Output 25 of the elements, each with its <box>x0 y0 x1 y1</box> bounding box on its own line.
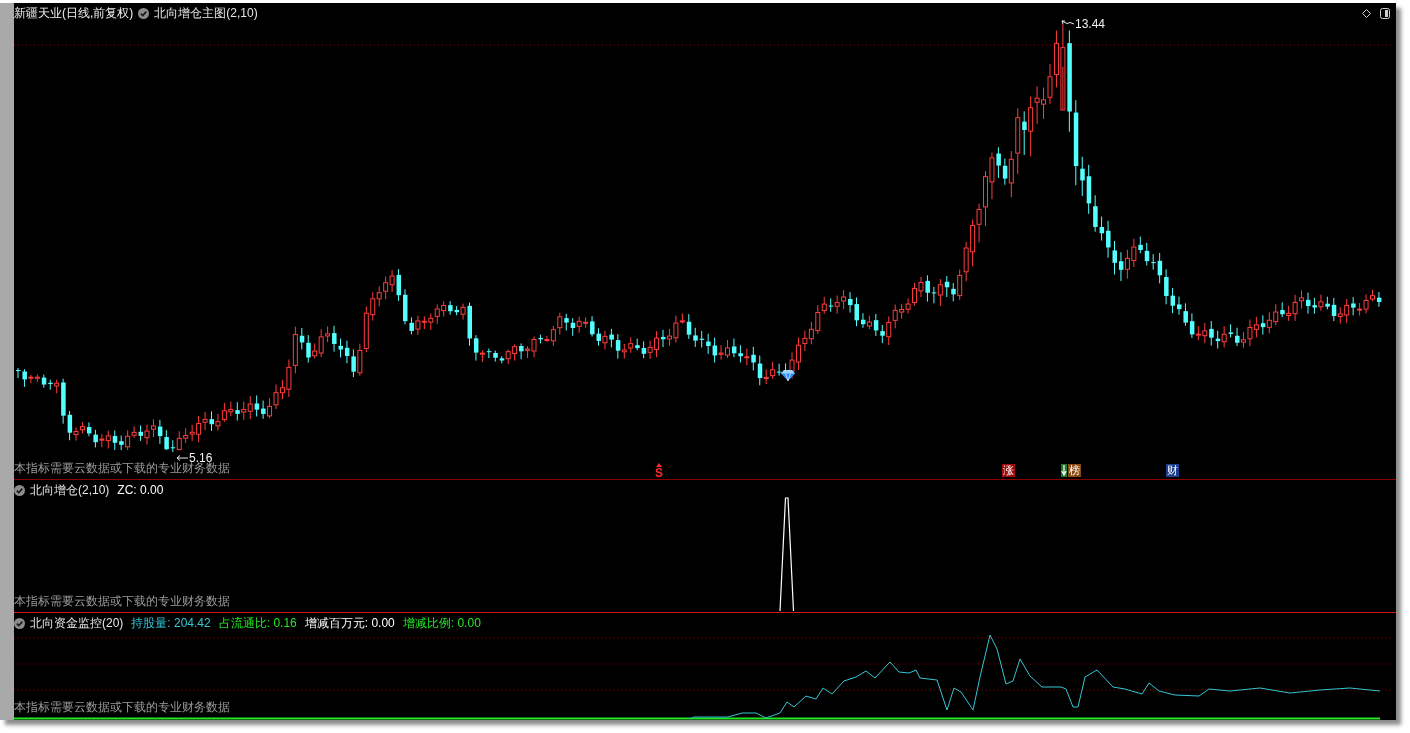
notice-text: 本指标需要云数据或下载的专业财务数据 <box>14 699 230 716</box>
signal-badge: 榜 <box>1068 464 1081 477</box>
arrow-icon <box>176 455 188 461</box>
chart-title: 新疆天业(日线,前复权) <box>14 4 134 22</box>
indicator-reading: 持股量: 204.42 <box>131 614 211 632</box>
indicator-reading: 占流通比: 0.16 <box>218 614 297 632</box>
gem-icon <box>781 370 795 381</box>
down-arrow-icon <box>1061 464 1067 477</box>
toggle-icon[interactable] <box>1380 7 1390 19</box>
indicator-name: 北向增仓主图(2,10) <box>154 4 258 22</box>
indicator-name: 北向资金监控(20) <box>30 614 124 632</box>
indicator-reading: 增减百万元: 0.00 <box>304 614 395 632</box>
signal-badge: 涨 <box>1002 464 1015 477</box>
check-circle-icon[interactable] <box>138 7 150 19</box>
indicator-name: 北向增仓(2,10) <box>30 481 110 499</box>
signal-badge: 财 <box>1166 464 1179 477</box>
high-price-label: 13.44 <box>1075 17 1106 31</box>
diamond-icon[interactable] <box>1362 8 1371 18</box>
notice-text: 本指标需要云数据或下载的专业财务数据 <box>14 593 230 610</box>
check-circle-icon[interactable] <box>14 484 25 496</box>
caret-icon <box>656 463 662 467</box>
signal-label: S <box>655 467 663 479</box>
check-circle-icon[interactable] <box>14 617 25 629</box>
indicator-reading: ZC: 0.00 <box>117 483 164 497</box>
indicator-reading: 增减比例: 0.00 <box>402 614 481 632</box>
